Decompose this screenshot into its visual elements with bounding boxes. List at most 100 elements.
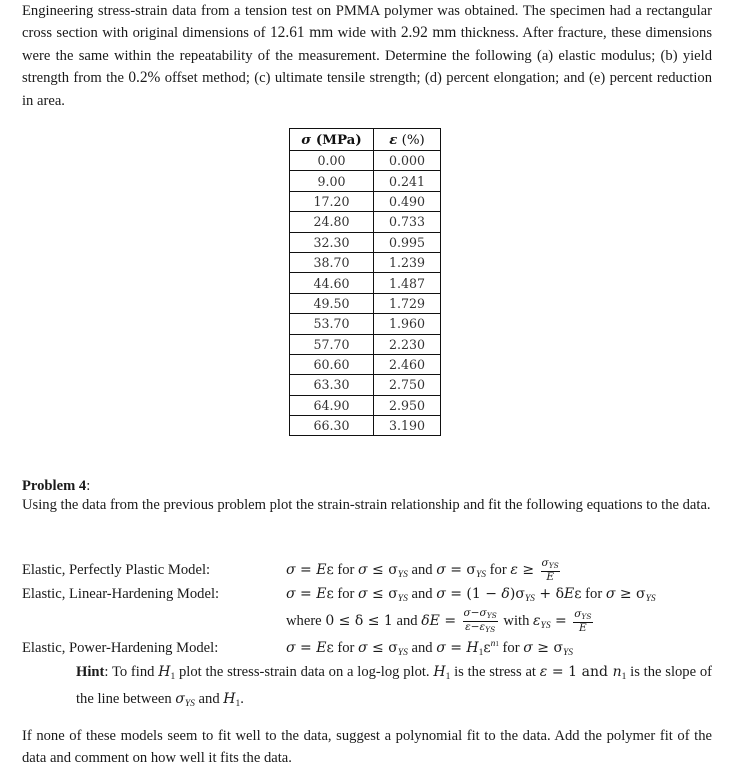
word: and xyxy=(407,561,437,578)
stress-cell: 32.30 xyxy=(289,231,374,253)
word: for xyxy=(333,561,359,578)
colon: : xyxy=(86,478,91,494)
sub: YS xyxy=(397,569,408,580)
table-row: 17.20 0.490 xyxy=(289,190,441,213)
strain-cell: 3.190 xyxy=(373,415,441,437)
sym: ε xyxy=(483,640,491,656)
sym: ε xyxy=(326,586,334,602)
stress-cell: 44.60 xyxy=(289,272,374,294)
sigma-symbol: σ xyxy=(301,131,312,148)
sub: YS xyxy=(524,594,535,604)
width-value: 12.61 mm xyxy=(269,24,334,42)
stress-cell: 9.00 xyxy=(289,170,374,192)
problem-4-intro: Using the data from the previous problem… xyxy=(22,497,711,513)
sym: σ xyxy=(436,640,446,656)
fraction: σYS E xyxy=(540,557,560,583)
sym: σ xyxy=(286,586,296,602)
sub: YS xyxy=(563,648,574,658)
strain-cell: 2.460 xyxy=(373,353,441,376)
strain-cell: 1.239 xyxy=(373,251,441,274)
sym: σ xyxy=(479,607,487,619)
strain-unit: (%) xyxy=(397,132,425,148)
sym: σ xyxy=(358,640,368,656)
strain-cell: 0.241 xyxy=(373,170,441,192)
sym: E xyxy=(546,571,554,583)
equation-perfectly-plastic: σ = Eε for σ ≤ σYS and σ = σYS for ε ≥ σ… xyxy=(286,557,560,583)
word: for xyxy=(333,586,359,602)
stress-cell: 17.20 xyxy=(289,190,374,213)
stress-cell: 38.70 xyxy=(289,251,374,274)
hint-text: and xyxy=(194,691,224,707)
sub: YS xyxy=(645,594,656,604)
problem-4-title: Problem 4: xyxy=(22,478,90,495)
sym: σ xyxy=(286,640,296,656)
sub: YS xyxy=(486,611,497,620)
sym: σ xyxy=(605,586,616,602)
stress-cell: 64.90 xyxy=(289,394,374,417)
sym: σ xyxy=(388,586,398,602)
stress-header: σ (MPa) xyxy=(289,128,374,151)
sub: YS xyxy=(397,594,408,604)
stress-cell: 49.50 xyxy=(289,292,374,315)
sym: ε xyxy=(326,561,334,578)
strain-cell: 2.750 xyxy=(373,374,441,396)
hint-text: = 1 and xyxy=(547,664,613,680)
sym: E xyxy=(564,586,575,602)
table-row: 66.30 3.190 xyxy=(289,415,441,437)
strain-cell: 1.729 xyxy=(373,292,441,315)
fraction: σYS E xyxy=(573,609,593,634)
word: with xyxy=(499,612,534,629)
sym: σ xyxy=(436,586,446,602)
sym: δ xyxy=(501,586,510,602)
stress-cell: 63.30 xyxy=(289,374,374,396)
word: and xyxy=(392,612,422,629)
hint-paragraph: Hint: To find H1 plot the stress-strain … xyxy=(76,661,712,715)
equation-power-hardening: σ = Eε for σ ≤ σYS and σ = H1εn1 for σ ≥… xyxy=(286,639,574,658)
sym: σ xyxy=(388,640,398,656)
sym: σ xyxy=(515,586,525,602)
sub: YS xyxy=(548,561,559,570)
hint-text: is the stress at xyxy=(450,664,540,680)
hint-text: : To find xyxy=(104,664,159,680)
model-label-linear-hardening: Elastic, Linear-Hardening Model: xyxy=(22,586,220,602)
model-label-perfectly-plastic: Elastic, Perfectly Plastic Model: xyxy=(22,562,211,578)
table-row: 44.60 1.487 xyxy=(289,272,441,294)
sub: YS xyxy=(540,620,551,631)
sub: YS xyxy=(475,569,487,580)
sym: σ xyxy=(358,586,368,602)
sub: YS xyxy=(397,648,408,658)
problem-text: wide with xyxy=(333,25,401,42)
stress-unit: (MPa) xyxy=(311,131,362,148)
sym: E xyxy=(429,612,440,629)
sym: H xyxy=(433,664,446,680)
sym: σ xyxy=(175,691,185,707)
sym: H xyxy=(223,691,236,707)
sym: ε xyxy=(326,640,334,656)
strain-cell: 2.230 xyxy=(373,333,441,355)
equation-linear-hardening: σ = Eε for σ ≤ σYS and σ = (1 − δ)σYS + … xyxy=(286,586,656,604)
strain-cell: 0.733 xyxy=(373,211,441,233)
strain-cell: 0.490 xyxy=(373,190,441,213)
equation-linear-hardening-conditions: where 0 ≤ δ ≤ 1 and δE = σ−σYS ε−εYS with… xyxy=(286,607,593,634)
table-row: 64.90 2.950 xyxy=(289,394,441,417)
table-row: 63.30 2.750 xyxy=(289,374,441,396)
stress-strain-table: σ (MPa) ε (%) 0.00 0.000 9.00 0.241 17.20 0.4… xyxy=(289,128,441,437)
strain-cell: 0.000 xyxy=(373,149,441,172)
table-row: 60.60 2.460 xyxy=(289,353,441,376)
sym: σ xyxy=(541,557,549,569)
sym: σ xyxy=(388,561,398,578)
sym: σ xyxy=(358,561,368,578)
table-row: 53.70 1.960 xyxy=(289,313,441,335)
sub: YS xyxy=(485,625,496,634)
strain-cell: 1.487 xyxy=(373,272,441,294)
problem-4-label: Problem 4 xyxy=(22,478,87,494)
word: and xyxy=(407,640,437,656)
word: where xyxy=(286,612,326,629)
table-row: 32.30 0.995 xyxy=(289,231,441,253)
fraction: σ−σYS ε−εYS xyxy=(462,607,498,634)
sym: E xyxy=(316,586,327,602)
table-row: 38.70 1.239 xyxy=(289,251,441,274)
word: for xyxy=(498,640,524,656)
sym: δ xyxy=(421,612,430,629)
hint-text: plot the stress-strain data on a log-log… xyxy=(175,664,434,680)
